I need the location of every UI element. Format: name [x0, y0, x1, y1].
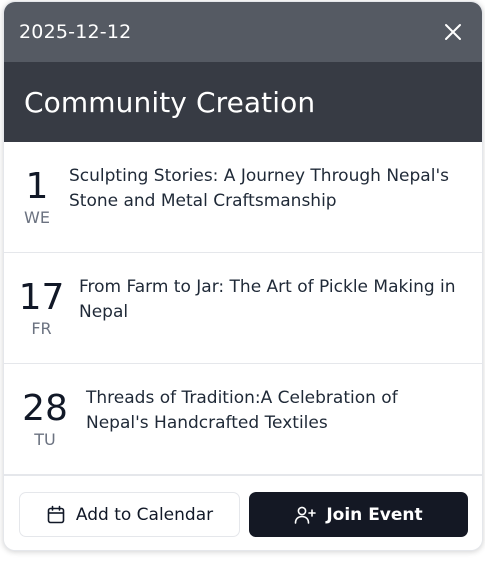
event-title: Threads of Tradition:A Celebration of Ne…: [86, 388, 398, 433]
event-day-number: 28: [22, 388, 68, 429]
card-footer: Add to Calendar Join Event: [4, 475, 482, 550]
event-item[interactable]: 17 FR From Farm to Jar: The Art of Pickl…: [4, 253, 482, 364]
event-item[interactable]: 28 TU Threads of Tradition:A Celebration…: [4, 364, 482, 475]
event-weekday: TU: [34, 430, 56, 449]
card-header: Community Creation: [4, 62, 482, 142]
event-day-number: 17: [18, 277, 65, 318]
user-plus-icon: [295, 506, 317, 524]
event-day-number: 1: [25, 166, 49, 207]
event-weekday: WE: [24, 208, 50, 227]
event-card: 2025-12-12 Community Creation 1 WE Sculp…: [3, 1, 483, 551]
add-to-calendar-button[interactable]: Add to Calendar: [19, 492, 240, 537]
event-date: 1 WE: [16, 166, 58, 228]
event-weekday: FR: [31, 319, 52, 338]
close-icon: [445, 24, 461, 40]
card-topbar: 2025-12-12: [4, 2, 482, 62]
join-event-button[interactable]: Join Event: [249, 492, 468, 537]
calendar-icon: [47, 505, 65, 523]
event-date: 28 TU: [21, 388, 69, 450]
event-item[interactable]: 1 WE Sculpting Stories: A Journey Throug…: [4, 142, 482, 253]
event-title: Sculpting Stories: A Journey Through Nep…: [69, 166, 449, 211]
event-list: 1 WE Sculpting Stories: A Journey Throug…: [4, 142, 482, 475]
event-title: From Farm to Jar: The Art of Pickle Maki…: [79, 277, 456, 322]
add-to-calendar-label: Add to Calendar: [75, 504, 214, 525]
close-button[interactable]: [440, 19, 466, 45]
card-title: Community Creation: [24, 85, 316, 119]
join-event-label: Join Event: [326, 504, 423, 525]
selected-date: 2025-12-12: [19, 21, 132, 43]
event-date: 17 FR: [18, 277, 65, 339]
